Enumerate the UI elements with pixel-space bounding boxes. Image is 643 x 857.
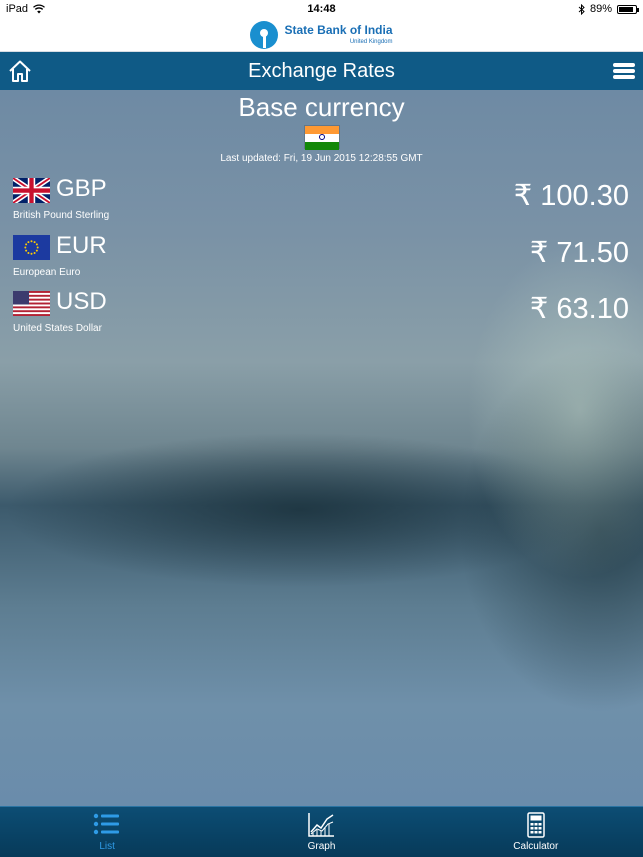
bank-logo: State Bank of India United Kingdom [250,20,393,49]
sbi-logo-icon [250,20,279,49]
india-flag-icon[interactable] [304,125,340,150]
graph-icon [308,813,335,837]
status-right: 89% [578,3,639,15]
status-time: 14:48 [307,3,336,15]
device-label: iPad [6,3,29,15]
tab-label: Calculator [513,841,559,852]
home-icon [9,60,31,82]
uk-flag-icon [13,178,50,203]
exchange-rate: ₹ 63.10 [529,293,629,325]
currency-name: United States Dollar [13,323,102,334]
rate-row-usd[interactable]: USD United States Dollar ₹ 63.10 [0,288,643,347]
currency-code: GBP [56,175,107,202]
currency-name: British Pound Sterling [13,210,110,221]
list-icon [93,813,120,835]
tab-calculator[interactable]: Calculator [429,807,643,857]
tab-graph[interactable]: Graph [214,807,428,857]
menu-icon-bar [613,75,635,79]
bank-region: United Kingdom [349,39,393,45]
status-left: iPad [6,3,45,15]
tab-label: Graph [307,841,336,852]
tab-list[interactable]: List [0,807,214,857]
currency-code: USD [56,288,107,315]
calculator-icon [527,812,545,838]
last-updated-text: Last updated: Fri, 19 Jun 2015 12:28:55 … [220,153,423,164]
menu-icon-bar [613,63,635,67]
currency-name: European Euro [13,267,81,278]
bank-name: State Bank of India [284,23,393,37]
logo-text: State Bank of India United Kingdom [284,24,392,45]
menu-button[interactable] [613,63,635,79]
currency-code: EUR [56,232,107,259]
base-currency-title: Base currency [238,92,405,122]
bluetooth-icon [578,3,585,15]
logo-bar: State Bank of India United Kingdom [0,18,643,52]
battery-percent: 89% [589,3,612,15]
eu-flag-icon [13,235,50,260]
main-content: Base currency Last updated: Fri, 19 Jun … [0,90,643,806]
tab-bar: List Graph Calculator [0,806,643,857]
tab-label: List [99,841,115,852]
home-button[interactable] [8,59,32,83]
nav-bar: Exchange Rates [0,52,643,90]
wifi-icon [33,4,45,14]
rate-row-gbp[interactable]: GBP British Pound Sterling ₹ 100.30 [0,175,643,234]
exchange-rate: ₹ 71.50 [529,237,629,269]
page-title: Exchange Rates [248,59,395,82]
exchange-rate: ₹ 100.30 [513,180,629,212]
us-flag-icon [13,291,50,316]
battery-icon [617,4,639,14]
rate-row-eur[interactable]: EUR European Euro ₹ 71.50 [0,232,643,291]
menu-icon-bar [613,69,635,73]
status-bar: iPad 14:48 89% [0,0,643,18]
